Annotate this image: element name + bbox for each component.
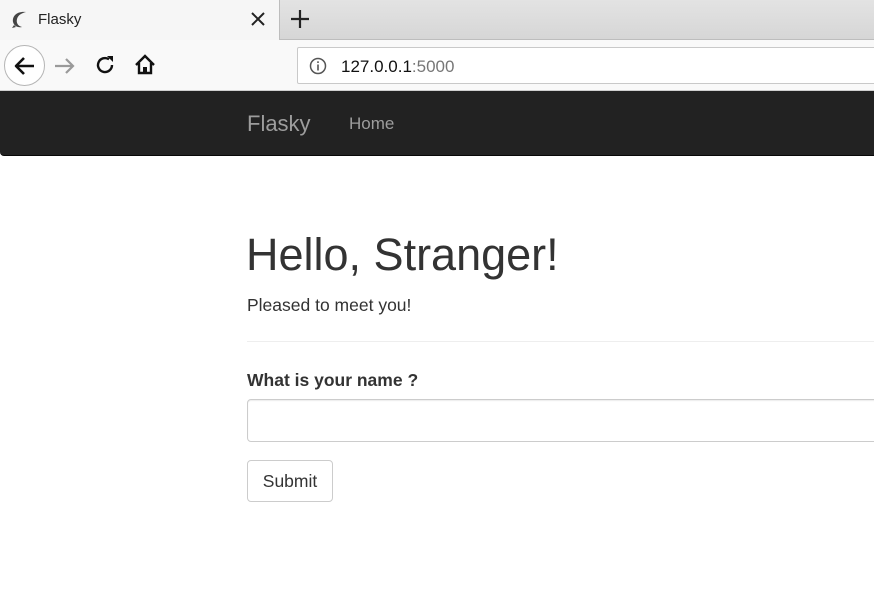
nav-link-home[interactable]: Home <box>349 114 394 134</box>
tab-title: Flasky <box>38 11 82 28</box>
tab-flasky[interactable]: Flasky <box>0 0 280 40</box>
page-title: Hello, Stranger! <box>246 229 559 280</box>
reload-icon[interactable] <box>93 53 117 77</box>
home-icon[interactable] <box>133 53 157 77</box>
address-bar[interactable]: 127.0.0.1:5000 <box>297 47 874 84</box>
back-arrow-icon <box>14 57 34 75</box>
url-host: 127.0.0.1 <box>341 57 412 76</box>
close-icon[interactable] <box>250 11 266 27</box>
tab-strip: Flasky <box>0 0 874 40</box>
navbar-brand[interactable]: Flasky <box>247 111 311 137</box>
forward-arrow-icon[interactable] <box>53 54 77 78</box>
back-button[interactable] <box>4 45 45 86</box>
submit-button[interactable]: Submit <box>247 460 333 502</box>
name-label: What is your name ? <box>247 370 419 390</box>
info-icon[interactable] <box>309 57 327 75</box>
navbar: Flasky Home <box>0 91 874 156</box>
favicon-icon <box>9 10 31 30</box>
greeting-text: Pleased to meet you! <box>247 295 412 315</box>
divider <box>247 341 874 342</box>
browser-toolbar: 127.0.0.1:5000 <box>0 40 874 91</box>
plus-icon[interactable] <box>290 9 310 29</box>
url-text: 127.0.0.1:5000 <box>341 57 454 77</box>
url-port: :5000 <box>411 57 455 76</box>
name-input[interactable] <box>247 399 874 442</box>
